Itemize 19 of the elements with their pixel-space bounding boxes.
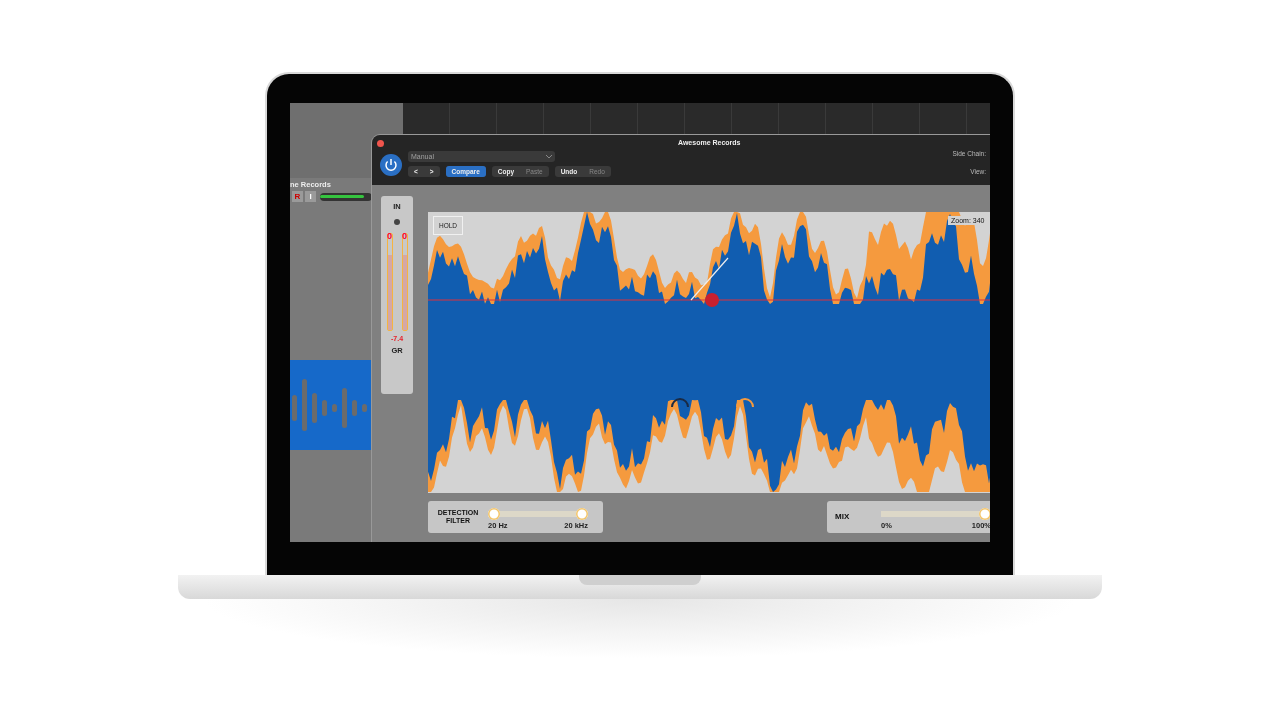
threshold-line[interactable] — [428, 299, 990, 301]
mix-label: MIX — [835, 512, 851, 522]
release-handle-icon[interactable] — [671, 398, 689, 408]
track-fader[interactable] — [320, 192, 372, 201]
input-button[interactable]: I — [305, 191, 316, 202]
knob-icon[interactable] — [394, 219, 400, 225]
attack-handle-icon[interactable] — [736, 398, 754, 408]
slider-thumb[interactable] — [488, 508, 500, 520]
chevron-icon — [546, 154, 552, 159]
slider-thumb[interactable] — [576, 508, 588, 520]
mix-slider[interactable] — [881, 508, 990, 520]
threshold-handle[interactable] — [705, 293, 719, 307]
peak-readout: 0 — [387, 231, 392, 241]
slider-thumb[interactable] — [979, 508, 990, 520]
power-icon[interactable] — [380, 154, 402, 176]
close-button[interactable] — [377, 140, 384, 147]
range-slider[interactable] — [488, 508, 588, 520]
peak-readout: 0 — [402, 231, 407, 241]
waveform-display[interactable] — [428, 212, 990, 493]
